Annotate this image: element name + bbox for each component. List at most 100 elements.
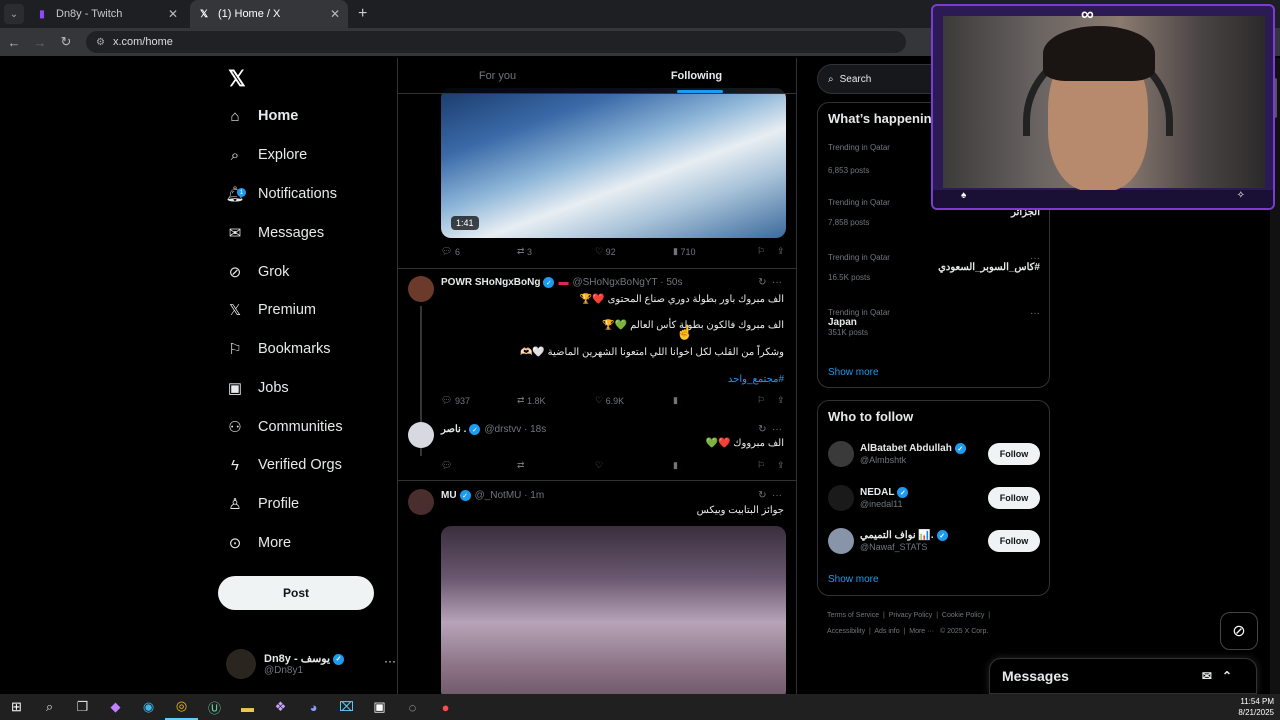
reply-button[interactable]: 💬︎: [441, 460, 517, 471]
system-clock[interactable]: 11:54 PM 8/21/2025: [1238, 696, 1274, 718]
follow-button[interactable]: Follow: [988, 487, 1040, 509]
sidebar-item-profile[interactable]: ♙ Profile: [226, 490, 299, 518]
task-view-icon[interactable]: ❐: [66, 694, 99, 720]
views-icon[interactable]: ▮: [673, 395, 757, 406]
account-switcher[interactable]: Dn8y - يوسف ✓ @Dn8y1 ···: [226, 646, 396, 682]
bookmark-icon[interactable]: ⚐: [757, 460, 777, 471]
footer-link[interactable]: Cookie Policy: [942, 612, 984, 619]
forward-icon[interactable]: →: [28, 35, 52, 50]
reply-button[interactable]: 💬︎ 937: [441, 395, 517, 406]
footer-link[interactable]: More ···: [909, 628, 934, 635]
grok-icon[interactable]: ⊘: [1220, 612, 1258, 650]
avatar[interactable]: [408, 489, 434, 515]
author-handle[interactable]: @_NotMU · 1m: [475, 490, 545, 501]
author-name[interactable]: ناصر .: [441, 424, 466, 435]
tab-following[interactable]: Following: [597, 58, 796, 93]
file-explorer-icon[interactable]: ▬: [231, 694, 264, 720]
follow-suggestion[interactable]: نواف التميمي 📊. ✓ @Nawaf_STATS Follow: [828, 526, 1040, 556]
post-button[interactable]: Post: [218, 576, 374, 610]
follow-suggestion[interactable]: AlBatabet Abdullah ✓ @Almbshtk Follow: [828, 439, 1040, 469]
like-button[interactable]: ♡ 6.9K: [595, 395, 673, 406]
reload-icon[interactable]: ↻: [54, 34, 78, 50]
app-icon[interactable]: ▣: [363, 694, 396, 720]
app-icon[interactable]: Ⓤ: [198, 694, 231, 720]
more-dots-icon[interactable]: ···: [1030, 308, 1040, 319]
views-icon[interactable]: ▮: [673, 460, 757, 471]
footer-link[interactable]: Accessibility: [827, 628, 865, 635]
author-handle[interactable]: @drstvv · 18s: [484, 424, 546, 435]
more-dots-icon[interactable]: ···: [1030, 253, 1040, 264]
footer-link[interactable]: Terms of Service: [827, 612, 879, 619]
share-icon[interactable]: ⇪: [777, 246, 785, 257]
edge-icon[interactable]: ◉: [132, 694, 165, 720]
hashtag-link[interactable]: #مجتمع_واحد: [728, 374, 784, 385]
discord-icon[interactable]: ◕: [297, 694, 330, 720]
new-tab-icon[interactable]: +: [358, 5, 367, 23]
verified-badge-icon: ✓: [459, 490, 471, 501]
close-tab-icon[interactable]: ✕: [168, 7, 178, 21]
more-dots-icon[interactable]: ···: [384, 654, 396, 668]
sidebar-item-grok[interactable]: ⊘ Grok: [226, 258, 290, 286]
bookmark-icon[interactable]: ⚐: [757, 246, 777, 257]
tab-for-you[interactable]: For you: [398, 58, 597, 93]
back-icon[interactable]: ←: [2, 35, 26, 50]
url-field[interactable]: ⚙ x.com/home: [86, 31, 906, 53]
like-button[interactable]: ♡: [595, 460, 673, 471]
tweet-video[interactable]: [441, 526, 786, 694]
author-handle[interactable]: @SHoNgxBoNgYT · 50s: [572, 277, 682, 288]
tab-x-home[interactable]: 𝕏 (1) Home / X ✕: [190, 0, 348, 28]
tab-search-icon[interactable]: ⌄: [4, 4, 24, 24]
close-tab-icon[interactable]: ✕: [330, 7, 340, 21]
app-icon[interactable]: ◌: [396, 694, 429, 720]
sidebar-item-more[interactable]: ⊙ More: [226, 529, 291, 557]
author-name[interactable]: MU: [441, 490, 457, 501]
more-dots-icon[interactable]: ↻ ···: [758, 490, 782, 501]
author-name[interactable]: POWR SHoNgxBoNg: [441, 277, 540, 288]
repost-button[interactable]: ⇄ 1.8K: [517, 395, 595, 406]
sidebar-item-messages[interactable]: ✉ Messages: [226, 219, 324, 247]
avatar[interactable]: [408, 276, 434, 302]
sidebar-item-jobs[interactable]: ▣ Jobs: [226, 374, 289, 402]
sidebar-item-home[interactable]: ⌂ Home: [226, 102, 298, 130]
copilot-icon[interactable]: ◆: [99, 694, 132, 720]
app-icon[interactable]: ●: [429, 694, 462, 720]
follow-button[interactable]: Follow: [988, 530, 1040, 552]
app-icon[interactable]: ⌧: [330, 694, 363, 720]
compose-and-expand-icons[interactable]: ✉⌃: [1202, 669, 1242, 683]
chrome-icon[interactable]: ◎: [165, 694, 198, 720]
trend-item[interactable]: Trending in Qatar #كاس_السوبر_السعودي 16…: [828, 253, 1040, 282]
show-more-link[interactable]: Show more: [828, 574, 879, 585]
sidebar-item-verified-orgs[interactable]: ϟ Verified Orgs: [226, 451, 342, 479]
tab-twitch[interactable]: ▮ Dn8y - Twitch ✕: [28, 0, 186, 28]
share-icon[interactable]: ⇪: [777, 395, 785, 406]
show-more-link[interactable]: Show more: [828, 367, 879, 378]
share-icon[interactable]: ⇪: [777, 460, 785, 471]
like-button[interactable]: ♡ 92: [595, 246, 673, 257]
repost-button[interactable]: ⇄ 3: [517, 246, 595, 257]
search-icon[interactable]: ⌕: [33, 694, 66, 720]
sidebar-item-premium[interactable]: 𝕏 Premium: [226, 296, 316, 324]
repost-button[interactable]: ⇄: [517, 460, 595, 471]
bookmark-icon[interactable]: ⚐: [757, 395, 777, 406]
sidebar-item-notifications[interactable]: 🔔︎ 1 Notifications: [225, 180, 337, 208]
site-info-icon[interactable]: ⚙: [96, 37, 105, 48]
sidebar-item-bookmarks[interactable]: ⚐ Bookmarks: [226, 335, 330, 363]
reply-button[interactable]: 💬︎ 6: [441, 246, 517, 257]
avatar[interactable]: [408, 422, 434, 448]
footer-link[interactable]: Ads info: [874, 628, 899, 635]
x-logo-icon[interactable]: 𝕏: [228, 66, 246, 92]
windows-start-icon[interactable]: ⊞: [0, 694, 33, 720]
video-duration: 1:41: [451, 216, 479, 230]
tweet-video[interactable]: 1:41: [441, 88, 786, 238]
follow-button[interactable]: Follow: [988, 443, 1040, 465]
follow-suggestion[interactable]: NEDAL ✓ @inedal11 Follow: [828, 483, 1040, 513]
app-icon[interactable]: ❖: [264, 694, 297, 720]
sidebar-item-communities[interactable]: ⚇ Communities: [226, 413, 342, 441]
more-dots-icon[interactable]: ↻ ···: [758, 424, 782, 435]
trend-item[interactable]: Trending in Qatar Japan 351K posts ···: [828, 308, 1040, 337]
views-button[interactable]: ▮ 710: [673, 246, 757, 257]
more-dots-icon[interactable]: ↻ ···: [758, 277, 782, 288]
messages-drawer[interactable]: Messages ✉⌃: [989, 658, 1257, 694]
sidebar-item-explore[interactable]: ⌕ Explore: [226, 141, 307, 169]
footer-link[interactable]: Privacy Policy: [889, 612, 933, 619]
